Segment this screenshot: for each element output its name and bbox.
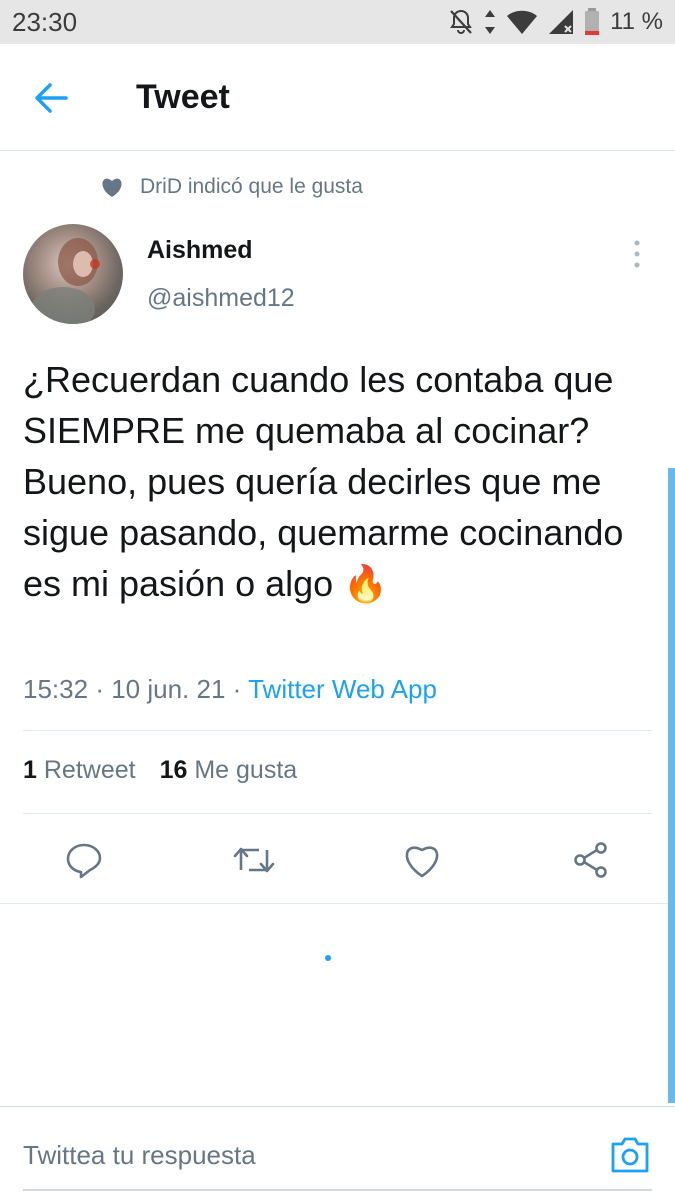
battery-icon: [585, 8, 600, 35]
signal-icon: [549, 10, 574, 34]
meta-separator: ·: [232, 674, 242, 704]
reply-icon: [66, 843, 102, 879]
tweet-actions: [0, 830, 675, 890]
display-name[interactable]: Aishmed: [147, 236, 253, 265]
notifications-off-icon: [450, 9, 472, 34]
camera-icon: [611, 1137, 649, 1173]
app-bar: Tweet: [0, 44, 675, 151]
heart-outline-icon: [405, 846, 439, 878]
page-title: Tweet: [136, 78, 230, 116]
reply-input[interactable]: [23, 1137, 583, 1173]
divider: [0, 903, 675, 904]
share-button[interactable]: [567, 836, 615, 884]
status-icons: 11 %: [448, 6, 663, 38]
divider: [23, 730, 652, 731]
tweet-stats: 1 Retweet 16 Me gusta: [23, 756, 297, 785]
more-vertical-icon: [634, 240, 640, 268]
like-stat[interactable]: 16 Me gusta: [160, 756, 298, 785]
reply-input-underline: [23, 1189, 652, 1191]
divider: [23, 813, 652, 814]
like-label: Me gusta: [194, 756, 298, 784]
retweet-icon: [233, 847, 275, 873]
status-bar: 23:30 11 %: [0, 0, 675, 44]
retweet-label: Retweet: [43, 756, 136, 784]
like-button[interactable]: [398, 836, 446, 884]
status-time: 23:30: [12, 7, 78, 37]
reply-bar: [0, 1106, 675, 1201]
scrollbar[interactable]: [668, 468, 675, 1103]
tweet-source-link[interactable]: Twitter Web App: [248, 674, 437, 704]
camera-button[interactable]: [608, 1135, 652, 1175]
more-options-button[interactable]: [624, 238, 650, 272]
social-context: DriD indicó que le gusta: [100, 172, 363, 202]
back-arrow-icon: [35, 83, 68, 113]
social-context-text[interactable]: DriD indicó que le gusta: [140, 175, 363, 199]
retweet-button[interactable]: [230, 836, 278, 884]
share-icon: [574, 842, 607, 878]
reply-button[interactable]: [60, 836, 108, 884]
wifi-icon: [507, 10, 538, 34]
tweet-date: 10 jun. 21: [111, 674, 226, 704]
heart-filled-icon: [102, 178, 122, 197]
avatar[interactable]: [23, 224, 123, 324]
like-count: 16: [159, 756, 188, 784]
data-arrows-icon: [485, 10, 496, 34]
meta-separator: ·: [95, 674, 104, 704]
user-handle[interactable]: @aishmed12: [147, 284, 295, 313]
tweet-time: 15:32: [23, 674, 89, 704]
tweet-text: ¿Recuerdan cuando les contaba que SIEMPR…: [23, 359, 624, 604]
back-button[interactable]: [30, 80, 74, 116]
retweet-count: 1: [23, 756, 37, 784]
battery-percentage: 11 %: [610, 8, 663, 35]
loading-indicator: [325, 955, 331, 961]
retweet-stat[interactable]: 1 Retweet: [23, 756, 136, 785]
tweet-meta: 15:32 · 10 jun. 21 · Twitter Web App: [23, 674, 437, 705]
avatar-photo: [31, 238, 100, 324]
